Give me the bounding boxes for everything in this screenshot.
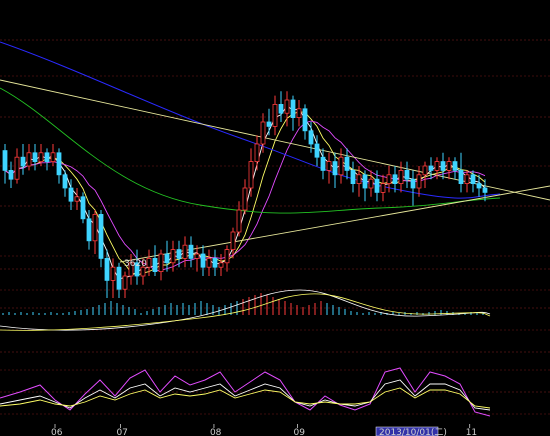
- candle-body[interactable]: [194, 253, 200, 259]
- candle-body[interactable]: [68, 187, 74, 202]
- x-tick-label: 09: [294, 428, 306, 436]
- candle-body[interactable]: [332, 161, 338, 176]
- candle-body[interactable]: [476, 183, 482, 189]
- candle-body[interactable]: [104, 257, 110, 281]
- candle-body[interactable]: [386, 174, 392, 185]
- x-tick-label: 07: [116, 428, 127, 436]
- candle-body[interactable]: [236, 209, 242, 233]
- candle-body[interactable]: [32, 152, 38, 163]
- moving-average-lines: [0, 41, 501, 280]
- candle-body[interactable]: [122, 275, 128, 290]
- candle-body[interactable]: [2, 150, 8, 171]
- candle-body[interactable]: [26, 152, 32, 167]
- candle-body[interactable]: [428, 165, 434, 171]
- candle-body[interactable]: [398, 169, 404, 184]
- candle-body[interactable]: [278, 104, 284, 114]
- candle-body[interactable]: [164, 253, 170, 264]
- candle-body[interactable]: [482, 187, 488, 193]
- candle-body[interactable]: [98, 213, 104, 259]
- candle-body[interactable]: [14, 156, 20, 180]
- candle-body[interactable]: [452, 161, 458, 171]
- candle-body[interactable]: [308, 130, 314, 145]
- candle-body[interactable]: [86, 218, 92, 242]
- volume-histogram: [0, 289, 491, 331]
- candle-body[interactable]: [338, 156, 344, 176]
- price-low-label: 3620: [124, 259, 147, 269]
- candle-body[interactable]: [44, 152, 50, 163]
- candle-body[interactable]: [224, 249, 230, 264]
- candle-body[interactable]: [440, 161, 446, 171]
- cursor-date-label: 2013/10/01(二): [379, 428, 447, 436]
- candle-body[interactable]: [266, 121, 272, 127]
- candle-body[interactable]: [212, 257, 218, 268]
- candle-body[interactable]: [368, 178, 374, 189]
- candle-body[interactable]: [152, 257, 158, 272]
- candle-body[interactable]: [74, 196, 80, 202]
- x-tick-label: 11: [466, 428, 477, 436]
- candle-body[interactable]: [326, 161, 332, 171]
- candle-body[interactable]: [284, 99, 290, 114]
- candle-body[interactable]: [374, 178, 380, 193]
- candle-body[interactable]: [80, 196, 86, 220]
- candle-body[interactable]: [416, 174, 422, 189]
- candle-body[interactable]: [8, 169, 14, 180]
- candle-body[interactable]: [206, 257, 212, 268]
- candle-body[interactable]: [182, 244, 188, 259]
- candle-body[interactable]: [158, 253, 164, 273]
- candle-body[interactable]: [254, 143, 260, 163]
- candle-body[interactable]: [50, 152, 56, 163]
- candlestick-series[interactable]: [2, 91, 488, 298]
- candle-body[interactable]: [230, 231, 236, 251]
- candle-body[interactable]: [110, 266, 116, 281]
- candle-body[interactable]: [56, 152, 62, 176]
- candle-body[interactable]: [290, 99, 296, 119]
- candle-body[interactable]: [188, 244, 194, 259]
- candle-body[interactable]: [410, 178, 416, 189]
- candle-body[interactable]: [320, 156, 326, 171]
- candle-body[interactable]: [422, 165, 428, 176]
- candle-body[interactable]: [362, 174, 368, 189]
- candle-body[interactable]: [434, 161, 440, 171]
- kdj-d-line: [0, 387, 491, 409]
- x-tick-label: 06: [51, 428, 63, 436]
- candle-body[interactable]: [464, 174, 470, 185]
- candle-body[interactable]: [170, 249, 176, 264]
- candle-body[interactable]: [200, 253, 206, 268]
- candle-body[interactable]: [62, 174, 68, 189]
- candle-body[interactable]: [392, 174, 398, 185]
- candle-body[interactable]: [314, 143, 320, 158]
- candle-body[interactable]: [446, 161, 452, 171]
- candle-body[interactable]: [176, 249, 182, 259]
- stock-chart[interactable]: 06 07 08 09 11 3620 2013/10/01(二): [0, 0, 550, 436]
- candle-body[interactable]: [218, 262, 224, 268]
- x-tick-label: 08: [210, 428, 222, 436]
- candle-body[interactable]: [116, 266, 122, 290]
- chart-canvas[interactable]: 06 07 08 09 11 3620 2013/10/01(二): [0, 0, 550, 436]
- candle-body[interactable]: [248, 161, 254, 189]
- candle-body[interactable]: [296, 108, 302, 119]
- candle-body[interactable]: [272, 104, 278, 127]
- candle-body[interactable]: [92, 213, 98, 242]
- candle-body[interactable]: [242, 187, 248, 211]
- candle-body[interactable]: [470, 174, 476, 185]
- candle-body[interactable]: [350, 169, 356, 184]
- candle-body[interactable]: [38, 152, 44, 163]
- candle-body[interactable]: [356, 174, 362, 185]
- candle-body[interactable]: [146, 257, 152, 268]
- candle-body[interactable]: [458, 169, 464, 184]
- candle-body[interactable]: [260, 121, 266, 145]
- candle-body[interactable]: [404, 169, 410, 180]
- candle-body[interactable]: [380, 183, 386, 193]
- candle-body[interactable]: [302, 108, 308, 132]
- candle-body[interactable]: [344, 156, 350, 171]
- candle-body[interactable]: [20, 156, 26, 167]
